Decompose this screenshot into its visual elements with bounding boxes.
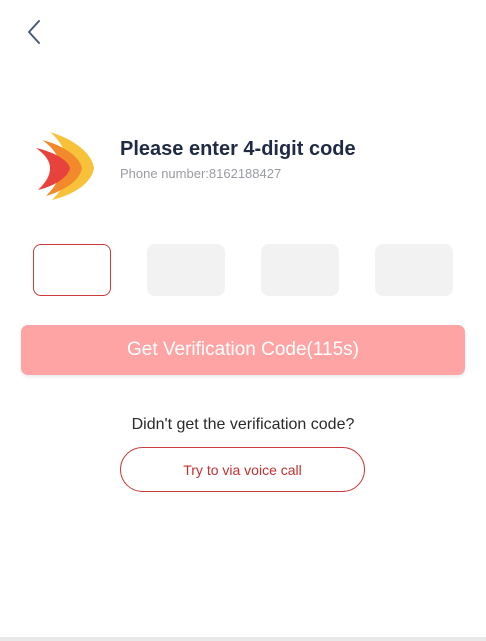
voice-call-button[interactable]: Try to via voice call: [120, 447, 365, 492]
code-digit-2-input[interactable]: [147, 244, 225, 296]
back-button[interactable]: [18, 14, 50, 50]
get-verification-code-button[interactable]: Get Verification Code(115s): [21, 325, 465, 375]
brand-logo-icon: [36, 132, 94, 200]
code-input-row: [33, 244, 454, 298]
page-title: Please enter 4-digit code: [120, 138, 356, 160]
verification-screen: Please enter 4-digit code Phone number:8…: [0, 0, 486, 641]
code-digit-3-input[interactable]: [261, 244, 339, 296]
bottom-divider: [0, 637, 486, 641]
chevron-left-icon: [28, 20, 40, 44]
help-text: Didn't get the verification code?: [131, 416, 355, 433]
code-digit-4-input[interactable]: [375, 244, 453, 296]
code-digit-1-input[interactable]: [33, 244, 111, 296]
phone-number-label: Phone number:8162188427: [120, 166, 282, 181]
